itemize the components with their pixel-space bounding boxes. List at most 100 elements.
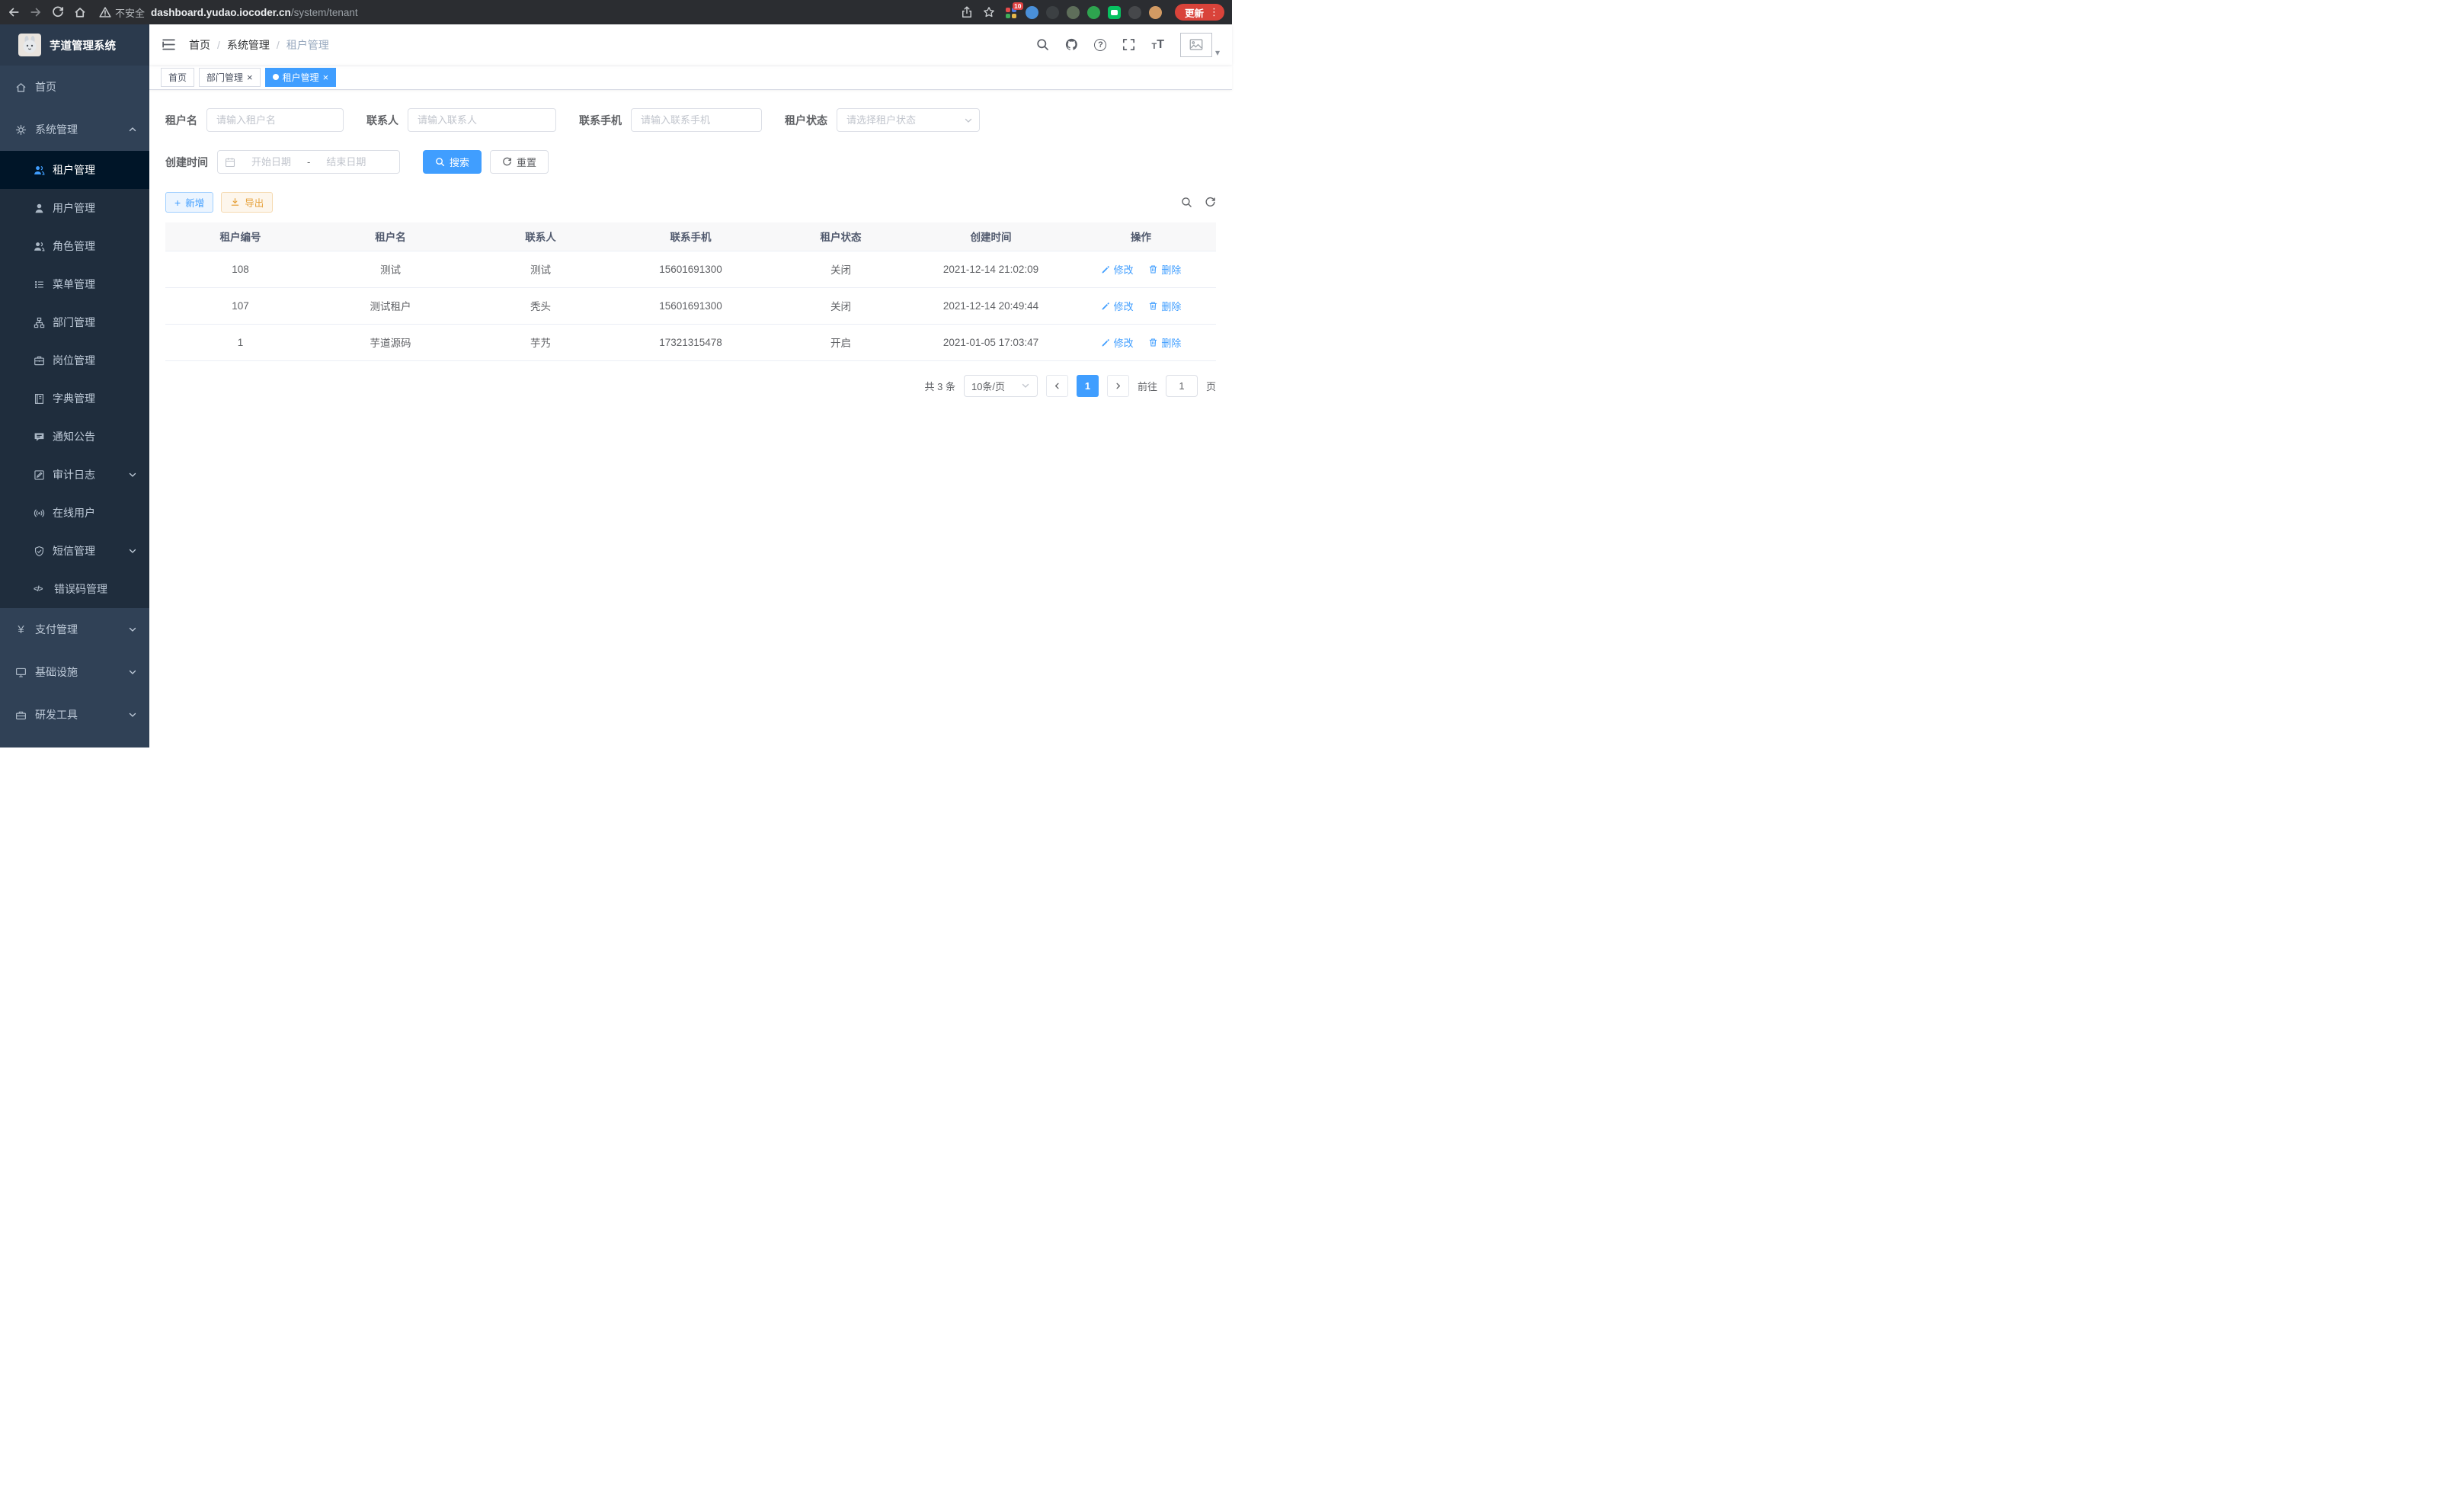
extension-olive-icon[interactable] (1067, 6, 1080, 19)
extension-chat-icon[interactable] (1108, 6, 1121, 19)
sidebar-item-dept[interactable]: 部门管理 (0, 303, 149, 341)
cell-contact: 芋艿 (466, 324, 616, 360)
browser-toolbar: 不安全 dashboard.yudao.iocoder.cn/system/te… (0, 0, 1232, 24)
sidebar-item-label: 审计日志 (53, 467, 95, 482)
url-path: /system/tenant (291, 7, 358, 18)
extension-dark-icon[interactable] (1046, 6, 1059, 19)
sidebar-item-home[interactable]: 首页 (0, 66, 149, 108)
tab-home[interactable]: 首页 (161, 68, 194, 87)
reset-button[interactable]: 重置 (490, 150, 549, 174)
phone-input[interactable] (631, 108, 762, 132)
sidebar-item-notice[interactable]: 通知公告 (0, 418, 149, 456)
delete-link[interactable]: 删除 (1148, 299, 1181, 313)
delete-link[interactable]: 删除 (1148, 262, 1181, 277)
search-toggle-icon[interactable] (1181, 197, 1192, 208)
help-icon[interactable]: ? (1094, 39, 1106, 51)
sidebar-item-label: 角色管理 (53, 238, 95, 254)
reload-icon[interactable] (52, 6, 64, 18)
search-button[interactable]: 搜索 (423, 150, 482, 174)
tab-dept[interactable]: 部门管理 × (199, 68, 261, 87)
address-bar[interactable]: 不安全 dashboard.yudao.iocoder.cn/system/te… (99, 5, 995, 20)
browser-menu-kebab-icon[interactable]: ⋮ (1209, 6, 1219, 18)
close-icon[interactable]: × (323, 72, 329, 82)
home-browser-icon[interactable] (74, 6, 86, 18)
sidebar-item-infra[interactable]: 基础设施 (0, 651, 149, 693)
current-page[interactable]: 1 (1077, 375, 1099, 397)
sidebar-item-online-users[interactable]: 在线用户 (0, 494, 149, 532)
user-icon (34, 203, 45, 214)
table-header-row: 租户编号 租户名 联系人 联系手机 租户状态 创建时间 操作 (165, 222, 1216, 251)
edit-link[interactable]: 修改 (1101, 299, 1134, 313)
update-button[interactable]: 更新 ⋮ (1175, 4, 1224, 21)
app-title: 芋道管理系统 (50, 37, 116, 53)
sidebar-item-payment[interactable]: ¥ 支付管理 (0, 608, 149, 651)
sidebar-item-label: 部门管理 (53, 315, 95, 330)
date-end-input[interactable] (315, 155, 377, 168)
back-icon[interactable] (8, 6, 20, 18)
breadcrumb-system[interactable]: 系统管理 (227, 37, 270, 53)
tenant-name-input[interactable] (206, 108, 344, 132)
app-logo (18, 34, 41, 56)
profile-avatar[interactable] (1149, 6, 1162, 19)
sidebar-item-sms[interactable]: 短信管理 (0, 532, 149, 570)
user-avatar-menu[interactable]: ▾ (1180, 33, 1220, 57)
cell-id: 1 (165, 324, 315, 360)
tab-tenant[interactable]: 租户管理 × (265, 68, 337, 87)
sidebar-item-system[interactable]: 系统管理 (0, 108, 149, 151)
sidebar-item-error-code[interactable]: </> 错误码管理 (0, 570, 149, 608)
font-size-large-glyph: T (1157, 39, 1164, 51)
prev-page-button[interactable] (1046, 375, 1068, 397)
sidebar-item-label: 首页 (35, 79, 56, 94)
caret-down-icon: ▾ (1215, 48, 1220, 57)
tab-label: 部门管理 (206, 71, 243, 84)
extension-dots-icon[interactable]: 10 (1005, 6, 1018, 19)
broken-image-icon (1189, 39, 1203, 50)
add-button[interactable]: + 新增 (165, 192, 213, 213)
github-icon[interactable] (1065, 38, 1078, 51)
security-warning[interactable]: 不安全 (99, 5, 145, 20)
sidebar-item-dict[interactable]: 字典管理 (0, 379, 149, 418)
cell-id: 108 (165, 251, 315, 287)
refresh-table-icon[interactable] (1205, 197, 1216, 208)
extension-green-icon[interactable] (1087, 6, 1100, 19)
status-select[interactable] (837, 108, 980, 132)
field-label: 联系手机 (579, 113, 622, 128)
next-page-button[interactable] (1107, 375, 1129, 397)
contact-input[interactable] (408, 108, 556, 132)
extension-blue-icon[interactable] (1026, 6, 1038, 19)
sidebar-item-post[interactable]: 岗位管理 (0, 341, 149, 379)
goto-page-input[interactable] (1166, 375, 1198, 397)
app-logo-row[interactable]: 芋道管理系统 (0, 24, 149, 66)
url-text[interactable]: dashboard.yudao.iocoder.cn/system/tenant (151, 7, 358, 18)
edit-link[interactable]: 修改 (1101, 262, 1134, 277)
edit-link[interactable]: 修改 (1101, 335, 1134, 350)
font-size-icon[interactable]: TT (1151, 39, 1164, 51)
sidebar-item-label: 错误码管理 (54, 581, 107, 597)
fullscreen-icon[interactable] (1122, 38, 1135, 51)
sidebar-item-audit-log[interactable]: 审计日志 (0, 456, 149, 494)
bookmark-star-icon[interactable] (983, 6, 995, 18)
close-icon[interactable]: × (247, 72, 253, 82)
sidebar-item-user[interactable]: 用户管理 (0, 189, 149, 227)
sidebar-item-role[interactable]: 角色管理 (0, 227, 149, 265)
cell-actions: 修改 删除 (1066, 324, 1216, 360)
extension-plugin-icon[interactable] (1128, 6, 1141, 19)
notice-comment-icon (34, 431, 45, 443)
refresh-icon (502, 157, 512, 167)
page-size-select[interactable]: 10条/页 (964, 375, 1038, 397)
sidebar-toggle-icon[interactable] (162, 37, 176, 52)
breadcrumb-home[interactable]: 首页 (189, 37, 210, 53)
sidebar-item-devtools[interactable]: 研发工具 (0, 693, 149, 736)
update-label: 更新 (1185, 5, 1204, 20)
extension-badge: 10 (1013, 2, 1023, 10)
forward-icon[interactable] (30, 6, 42, 18)
share-icon[interactable] (961, 6, 973, 18)
help-glyph: ? (1098, 40, 1103, 50)
date-range-picker[interactable]: - (217, 150, 400, 174)
export-button[interactable]: 导出 (221, 192, 273, 213)
delete-link[interactable]: 删除 (1148, 335, 1181, 350)
sidebar-item-tenant[interactable]: 租户管理 (0, 151, 149, 189)
date-start-input[interactable] (240, 155, 302, 168)
sidebar-item-menu[interactable]: 菜单管理 (0, 265, 149, 303)
search-icon[interactable] (1036, 38, 1049, 51)
